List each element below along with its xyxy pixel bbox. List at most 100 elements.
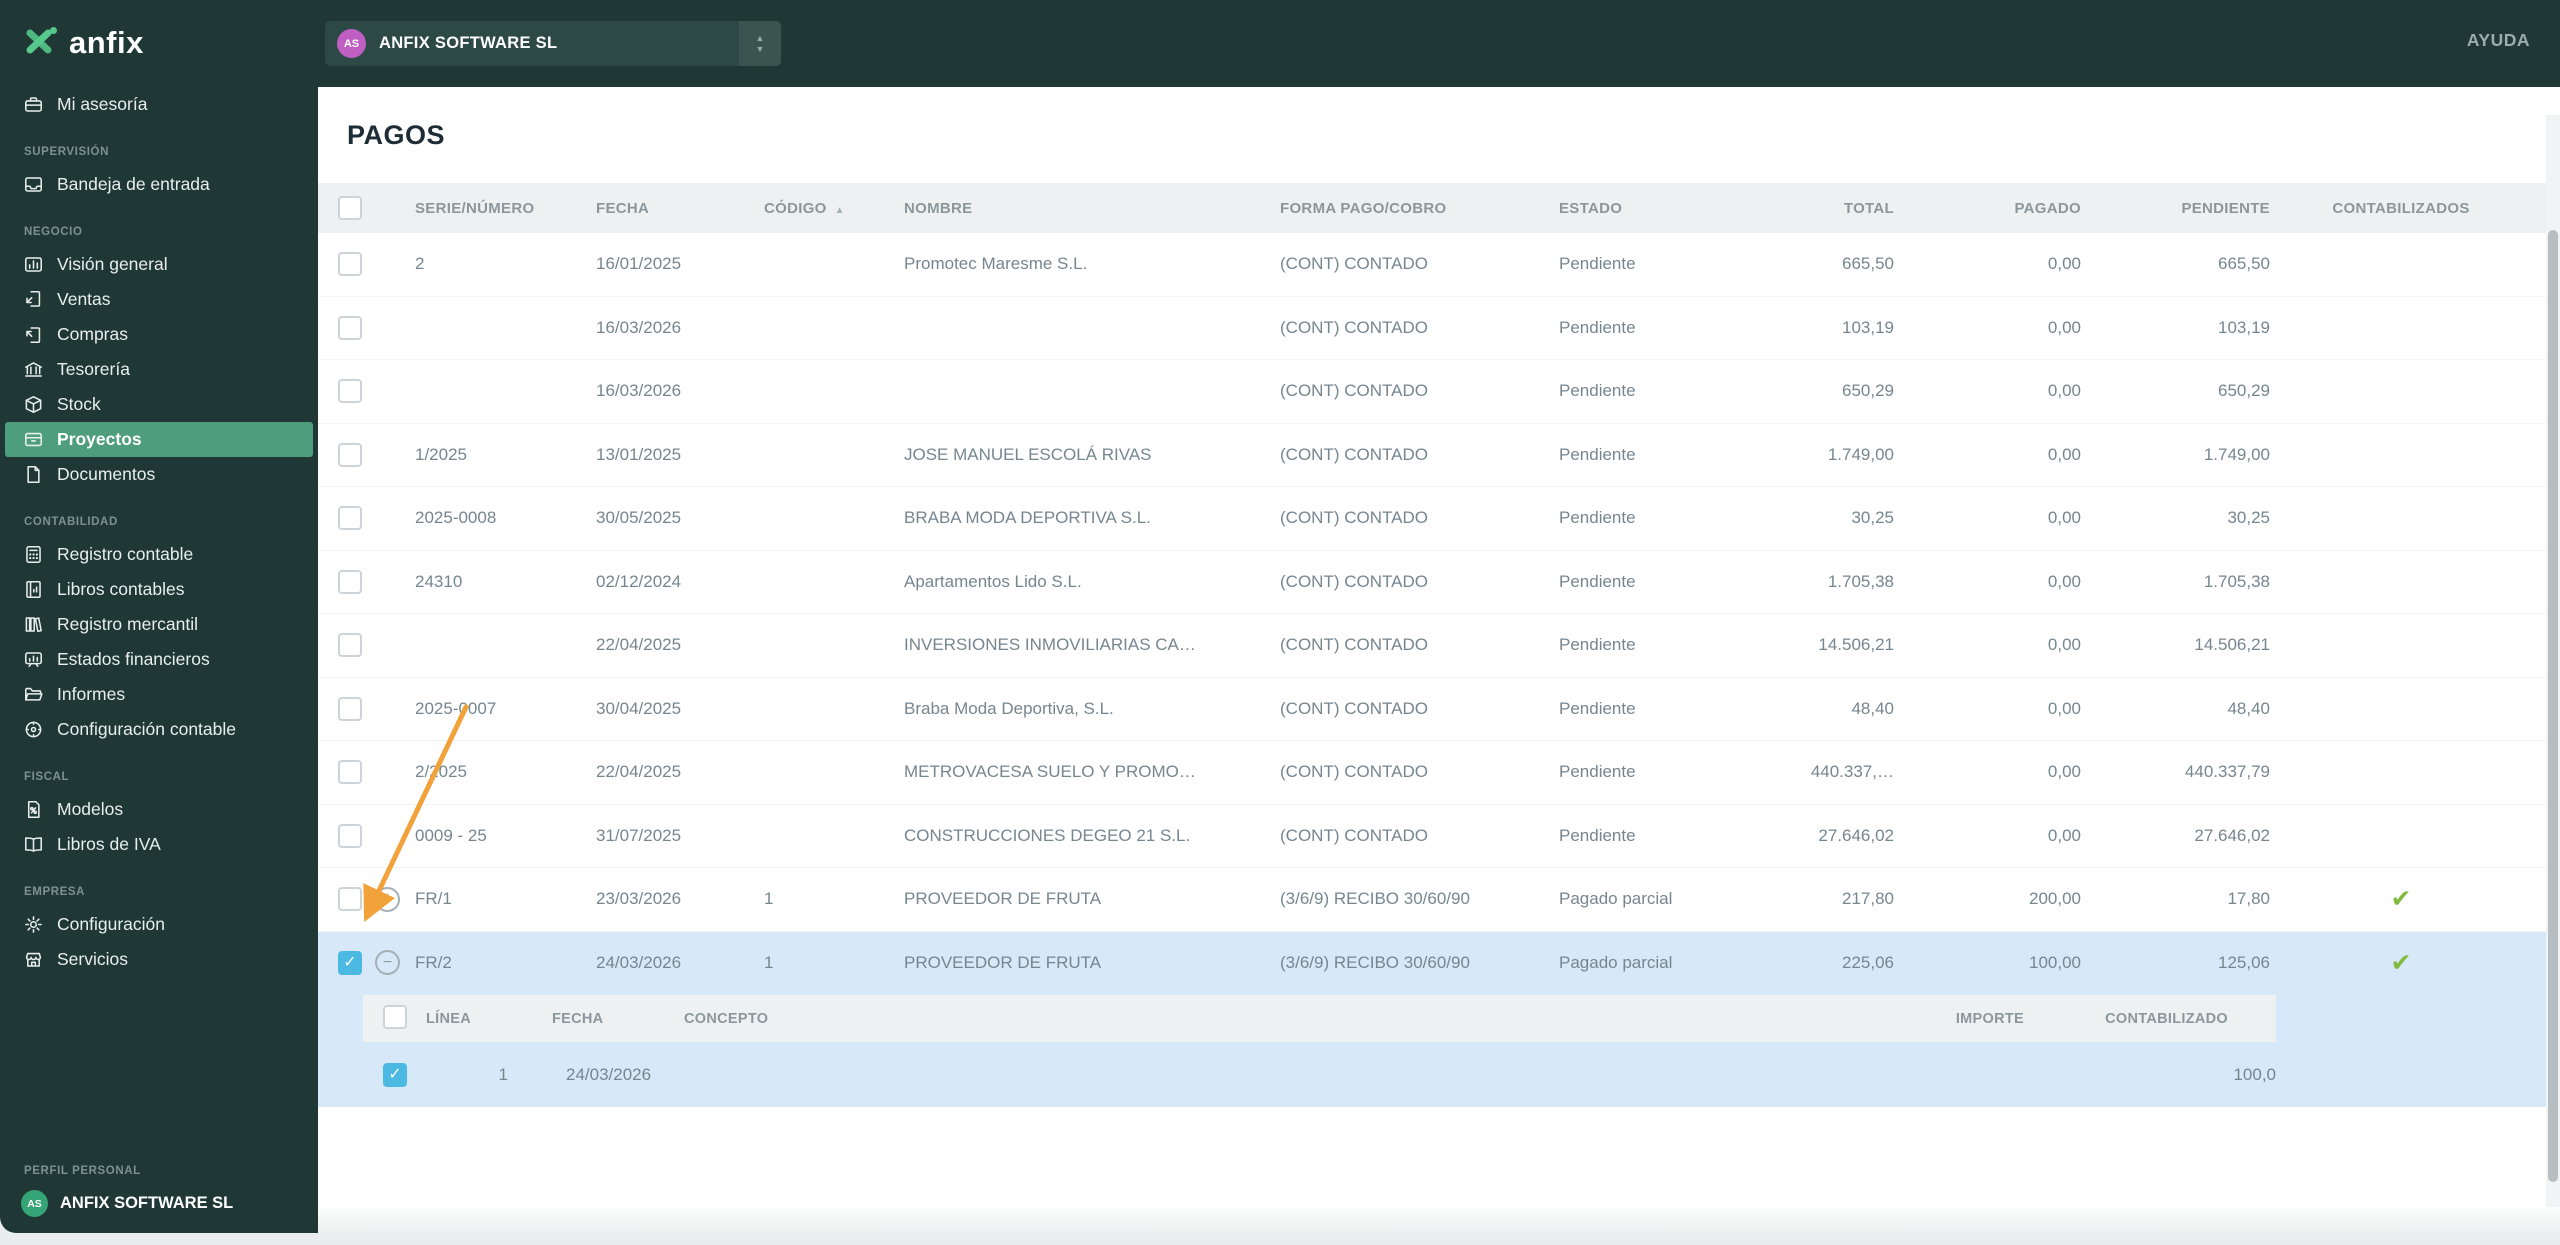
stepper-up-icon: ▲ xyxy=(755,33,765,44)
sidebar-item-documentos[interactable]: Documentos xyxy=(0,457,318,492)
table-row[interactable]: 24310 02/12/2024 Apartamentos Lido S.L. (CO… xyxy=(318,550,2546,614)
sidebar-item-libros-contables[interactable]: Libros contables xyxy=(0,572,318,607)
cell-forma-pago: (CONT) CONTADO xyxy=(1280,635,1428,655)
sidebar-item-compras[interactable]: Compras xyxy=(0,317,318,352)
cell-total: 225,06 xyxy=(1842,952,1894,972)
sidebar-item-registro-contable[interactable]: Registro contable xyxy=(0,537,318,572)
sidebar-item-label: Registro contable xyxy=(57,544,194,564)
table-row[interactable]: 16/03/2026 (CONT) CONTADO Pendiente 650,29 0… xyxy=(318,360,2546,424)
company-name: ANFIX SOFTWARE SL xyxy=(379,34,558,52)
cell-pendiente: 30,25 xyxy=(2227,508,2270,528)
table-row[interactable]: 1/2025 13/01/2025 JOSE MANUEL ESCOLÁ RIVAS… xyxy=(318,423,2546,487)
sidebar-item-label: Informes xyxy=(57,684,126,704)
sidebar-item-tesoreria[interactable]: Tesorería xyxy=(0,352,318,387)
contabilizado-check-icon: ✔ xyxy=(2390,885,2412,914)
sidebar-item-stock[interactable]: Stock xyxy=(0,387,318,422)
anfix-logo-icon xyxy=(24,26,58,61)
line-numero: 1 xyxy=(498,1064,508,1084)
table-row[interactable]: 2025-0008 30/05/2025 BRABA MODA DEPORTIVA … xyxy=(318,487,2546,551)
table-row[interactable]: 2 16/01/2025 Promotec Maresme S.L. (CONT) C… xyxy=(318,233,2546,297)
collapse-row-button[interactable]: − xyxy=(375,950,400,976)
table-row[interactable]: 16/03/2026 (CONT) CONTADO Pendiente 103,19 0… xyxy=(318,296,2546,360)
cell-pendiente: 125,06 xyxy=(2218,952,2270,972)
sidebar-item-label: Proyectos xyxy=(57,429,142,449)
sidebar-item-label: Configuración contable xyxy=(57,719,237,739)
subtable-header-checkbox-cell xyxy=(383,1004,426,1033)
table-row[interactable]: 2025-0007 30/04/2025 Braba Moda Deportiva,… xyxy=(318,677,2546,741)
line-checkbox[interactable]: ✓ xyxy=(383,1062,407,1087)
sort-asc-icon[interactable]: ▲ xyxy=(835,205,845,216)
cell-pagado: 0,00 xyxy=(2047,571,2081,591)
row-check-cell xyxy=(338,633,415,658)
cell-total: 650,29 xyxy=(1842,381,1894,401)
scrollbar[interactable] xyxy=(2546,115,2560,1207)
cell-forma-pago: (CONT) CONTADO xyxy=(1280,317,1428,337)
cell-nombre: PROVEEDOR DE FRUTA xyxy=(904,952,1102,972)
row-checkbox[interactable] xyxy=(338,823,362,848)
row-checkbox[interactable] xyxy=(338,760,362,785)
row-checkbox[interactable] xyxy=(338,442,362,467)
sidebar-item-informes[interactable]: Informes xyxy=(0,677,318,712)
row-checkbox[interactable] xyxy=(338,887,362,912)
company-selector[interactable]: AS ANFIX SOFTWARE SL ▲ ▼ xyxy=(325,21,781,66)
cell-fecha: 31/07/2025 xyxy=(596,825,682,845)
table-row[interactable]: 22/04/2025 INVERSIONES INMOVILIARIAS CA… (… xyxy=(318,614,2546,678)
cell-forma-pago: (CONT) CONTADO xyxy=(1280,381,1428,401)
section-label-fiscal: FISCAL xyxy=(24,771,70,783)
app-root: { "topbar": { "company_selector": {"init… xyxy=(0,0,2560,1245)
row-checkbox[interactable] xyxy=(338,633,362,658)
cell-total: 14.506,21 xyxy=(1818,635,1894,655)
scrollbar-thumb[interactable] xyxy=(2548,230,2558,1182)
select-all-checkbox[interactable] xyxy=(338,196,362,220)
sidebar-item-estados-financieros[interactable]: Estados financieros xyxy=(0,642,318,677)
sidebar-item-libros-de-iva[interactable]: Libros de IVA xyxy=(0,827,318,862)
sidebar-item-configuracion[interactable]: Configuración xyxy=(0,907,318,942)
contabilizado-check-icon: ✔ xyxy=(2390,948,2412,977)
row-checkbox[interactable]: ✓ xyxy=(338,950,362,975)
sidebar-item-label: Compras xyxy=(57,324,128,344)
row-checkbox[interactable] xyxy=(338,379,362,404)
section-label-negocio: NEGOCIO xyxy=(24,226,83,238)
sidebar-item-vision-general[interactable]: Visión general xyxy=(0,247,318,282)
row-checkbox[interactable] xyxy=(338,506,362,531)
sidebar-item-registro-mercantil[interactable]: Registro mercantil xyxy=(0,607,318,642)
cell-pendiente: 665,50 xyxy=(2218,254,2270,274)
company-selector-stepper[interactable]: ▲ ▼ xyxy=(739,21,781,66)
cell-pagado: 0,00 xyxy=(2047,508,2081,528)
cell-estado: Pendiente xyxy=(1559,698,1636,718)
sidebar-item-modelos[interactable]: Modelos xyxy=(0,792,318,827)
subtable-row[interactable]: ✓ 1 24/03/2026 100,0 xyxy=(363,1042,2276,1107)
help-link[interactable]: AYUDA xyxy=(2467,30,2530,51)
cell-forma-pago: (CONT) CONTADO xyxy=(1280,762,1428,782)
cell-serie: 2 xyxy=(415,254,425,274)
table-row[interactable]: 0009 - 25 31/07/2025 CONSTRUCCIONES DEGEO … xyxy=(318,804,2546,868)
sidebar-item-ventas[interactable]: Ventas xyxy=(0,282,318,317)
stepper-down-icon: ▼ xyxy=(755,43,765,54)
table-row[interactable]: ✓ − FR/2 24/03/2026 1 PROVEEDOR DE FRUTA (3/6/… xyxy=(318,931,2546,995)
sidebar-item-proyectos[interactable]: Proyectos xyxy=(5,422,313,457)
profile-company[interactable]: AS ANFIX SOFTWARE SL xyxy=(0,1190,318,1217)
sidebar-item-mi-asesoria[interactable]: Mi asesoría xyxy=(0,87,318,122)
row-checkbox[interactable] xyxy=(338,696,362,721)
sidebar-item-servicios[interactable]: Servicios xyxy=(0,942,318,977)
cell-pagado: 0,00 xyxy=(2047,317,2081,337)
table-row[interactable]: 2/2025 22/04/2025 METROVACESA SUELO Y PROM… xyxy=(318,741,2546,805)
table-row[interactable]: + FR/1 23/03/2026 1 PROVEEDOR DE FRUTA (3/6/9… xyxy=(318,868,2546,932)
select-all-lines-checkbox[interactable] xyxy=(383,1004,407,1029)
gear-circle-icon xyxy=(24,720,43,739)
cell-pagado: 100,00 xyxy=(2029,952,2081,972)
row-checkbox[interactable] xyxy=(338,252,362,277)
expand-row-button[interactable]: + xyxy=(375,886,400,912)
cell-fecha: 30/05/2025 xyxy=(596,508,682,528)
company-avatar: AS xyxy=(337,29,366,58)
cell-pagado: 0,00 xyxy=(2047,444,2081,464)
document-icon xyxy=(24,465,43,484)
cell-fecha: 13/01/2025 xyxy=(596,444,682,464)
sidebar-item-configuracion-contable[interactable]: Configuración contable xyxy=(0,712,318,747)
sidebar-item-bandeja-de-entrada[interactable]: Bandeja de entrada xyxy=(0,167,318,202)
cell-pendiente: 1.749,00 xyxy=(2203,444,2270,464)
row-checkbox[interactable] xyxy=(338,569,362,594)
row-checkbox[interactable] xyxy=(338,315,362,340)
cell-pagado: 0,00 xyxy=(2047,698,2081,718)
cell-serie: 1/2025 xyxy=(415,444,467,464)
